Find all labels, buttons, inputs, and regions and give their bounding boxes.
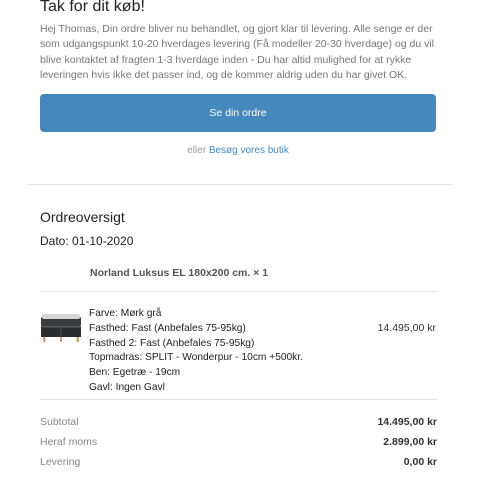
bed-product-image xyxy=(40,310,82,344)
product-divider xyxy=(40,291,437,292)
order-overview-title: Ordreoversigt xyxy=(40,209,125,225)
order-date: Dato: 01-10-2020 xyxy=(40,234,134,248)
summary-row-delivery: Levering 0,00 kr xyxy=(40,456,437,468)
store-link-line: eller Besøg vores butik xyxy=(0,145,476,156)
attribute-topper: Topmadras: SPLIT - Wonderpur - 10cm +500… xyxy=(89,352,303,364)
summary-row-vat: Heraf moms 2.899,00 kr xyxy=(40,436,437,448)
summary-value: 14.495,00 kr xyxy=(377,416,437,428)
line-item-price: 14.495,00 kr xyxy=(377,322,436,334)
attribute-firmness: Fasthed: Fast (Anbefales 75-95kg) xyxy=(89,322,246,334)
page-title: Tak for dit køb! xyxy=(40,0,145,15)
attribute-firmness-2: Fasthed 2: Fast (Anbefales 75-95kg) xyxy=(89,337,255,349)
or-text: eller xyxy=(187,145,207,156)
product-name: Norland Luksus EL 180x200 cm. × 1 xyxy=(90,267,269,279)
section-divider xyxy=(28,184,452,185)
summary-divider xyxy=(40,399,437,400)
attribute-headboard: Gavl: Ingen Gavl xyxy=(89,381,165,393)
view-order-button[interactable]: Se din ordre xyxy=(40,94,436,132)
summary-value: 2.899,00 kr xyxy=(383,436,437,448)
attribute-legs: Ben: Egetræ - 19cm xyxy=(89,367,181,379)
product-attributes: Farve: Mørk grå Fasthed: Fast (Anbefales… xyxy=(89,307,303,396)
summary-row-subtotal: Subtotal 14.495,00 kr xyxy=(40,416,437,428)
summary-label: Levering xyxy=(40,456,81,468)
intro-text: Hej Thomas, Din ordre bliver nu behandle… xyxy=(40,23,434,82)
summary-value: 0,00 kr xyxy=(403,456,437,468)
summary-label: Heraf moms xyxy=(40,436,98,448)
attribute-color: Farve: Mørk grå xyxy=(89,308,162,319)
summary-label: Subtotal xyxy=(40,416,79,428)
visit-store-link[interactable]: Besøg vores butik xyxy=(209,145,289,156)
